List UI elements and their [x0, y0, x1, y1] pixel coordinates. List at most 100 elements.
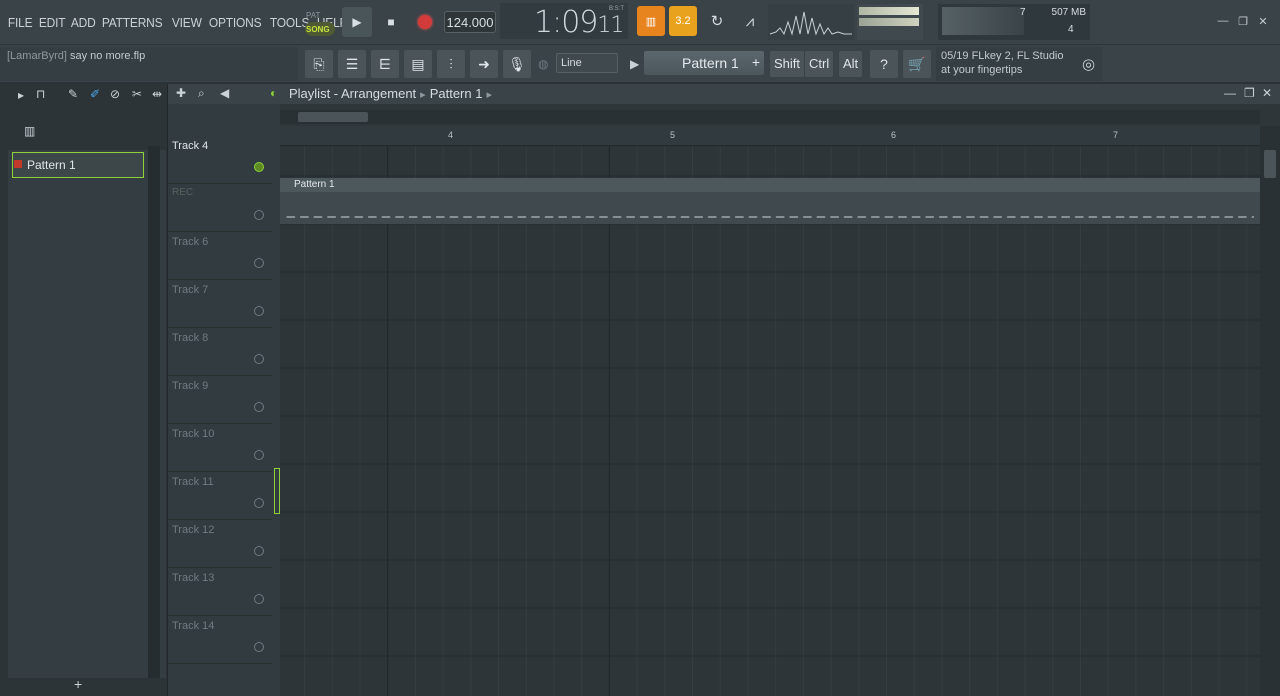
- pat-song-toggle[interactable]: PAT SONG: [302, 5, 338, 39]
- tempo-display[interactable]: 124.000: [444, 11, 496, 33]
- track-mute-led[interactable]: [254, 210, 264, 220]
- piano-icon[interactable]: ▥: [24, 124, 35, 138]
- stop-button[interactable]: ■: [376, 7, 406, 37]
- piano-roll-button[interactable]: ⋿: [371, 50, 399, 78]
- pattern-selector[interactable]: Pattern 1 +: [644, 51, 764, 75]
- pattern-list-scrollbar[interactable]: [148, 146, 160, 678]
- keyboard-icon: ▥: [645, 15, 657, 28]
- record-button[interactable]: [410, 7, 440, 37]
- alt-key-button[interactable]: Alt: [839, 51, 863, 77]
- playlist-grid[interactable]: Pattern 1: [280, 146, 1260, 696]
- brush-icon[interactable]: ✐: [90, 87, 100, 101]
- track-header[interactable]: Track 5REC: [168, 184, 272, 232]
- song-label: SONG: [306, 25, 330, 34]
- restore-button[interactable]: ❐: [1234, 12, 1252, 30]
- timeline-ruler[interactable]: 4 5 6 7: [280, 126, 1260, 146]
- menu-options[interactable]: OPTIONS: [207, 15, 263, 30]
- shift-key-button[interactable]: Shift: [770, 51, 805, 77]
- track-mute-led[interactable]: [254, 546, 264, 556]
- play-button[interactable]: ▶: [342, 7, 372, 37]
- track-header[interactable]: Track 13: [168, 568, 272, 616]
- track-mute-led[interactable]: [254, 450, 264, 460]
- hint-bar: [LamarByrd] say no more.flp: [0, 47, 298, 81]
- prev-pattern-icon[interactable]: ▶: [630, 57, 639, 71]
- track-header[interactable]: Track 14: [168, 616, 272, 664]
- arrow-right-icon: ➜: [478, 55, 490, 72]
- delete-icon[interactable]: ⊘: [110, 87, 120, 101]
- horizontal-scrollbar[interactable]: [280, 110, 1260, 124]
- playlist-button[interactable]: ⎘: [305, 50, 333, 78]
- close-button[interactable]: ✕: [1254, 12, 1272, 30]
- piano-roll-icon: ⋿: [378, 55, 392, 72]
- track-mute-led[interactable]: [254, 162, 264, 172]
- globe-icon[interactable]: ◎: [1082, 55, 1095, 73]
- metronome-button[interactable]: ⩘: [736, 8, 764, 34]
- countdown-button[interactable]: 3.2: [669, 6, 697, 36]
- typing-keyboard-button[interactable]: ▥: [637, 6, 665, 36]
- browser-button[interactable]: ▤: [404, 50, 432, 78]
- arrow-right-icon[interactable]: ▸: [18, 88, 24, 102]
- add-pattern-list-button[interactable]: +: [74, 676, 82, 692]
- track-mute-led[interactable]: [254, 402, 264, 412]
- zoom-icon[interactable]: ⌕: [198, 86, 205, 101]
- playback-icon[interactable]: ◀: [220, 86, 229, 100]
- recording-button[interactable]: 🎙: [503, 50, 531, 78]
- microphone-icon: 🎙: [508, 55, 526, 72]
- select-icon[interactable]: ✚: [176, 86, 186, 100]
- mute-icon[interactable]: ✂: [132, 87, 142, 101]
- track-header[interactable]: Track 4: [168, 136, 272, 184]
- track-header[interactable]: Track 8: [168, 328, 272, 376]
- pattern-list: Pattern 1: [8, 150, 166, 678]
- loop-record-button[interactable]: ↻: [703, 8, 731, 34]
- track-mute-led[interactable]: [254, 306, 264, 316]
- vertical-scrollbar[interactable]: [1260, 126, 1280, 696]
- track-header[interactable]: Track 6: [168, 232, 272, 280]
- track-mute-led[interactable]: [254, 498, 264, 508]
- track-header[interactable]: Track 7: [168, 280, 272, 328]
- plugin-picker-button[interactable]: ➜: [470, 50, 498, 78]
- snap-selector[interactable]: Line: [556, 53, 618, 73]
- ctrl-key-button[interactable]: Ctrl: [805, 51, 834, 77]
- track-mute-led[interactable]: [254, 642, 264, 652]
- toolbar: [LamarByrd] say no more.flp ⎘ ☰ ⋿ ▤ ⫶ ➜ …: [0, 44, 1280, 82]
- mixer-button[interactable]: ⫶: [437, 50, 465, 78]
- menu-file[interactable]: FILE: [6, 15, 34, 30]
- track-mute-led[interactable]: [254, 258, 264, 268]
- track-header[interactable]: Track 12: [168, 520, 272, 568]
- browser-toolbar: ▸ ⊓ ✎ ✐ ⊘ ✂ ⇹: [0, 84, 168, 118]
- menu-add[interactable]: ADD: [69, 15, 97, 30]
- add-pattern-button[interactable]: +: [752, 54, 760, 70]
- track-header[interactable]: Track 9: [168, 376, 272, 424]
- track-header[interactable]: Track 10: [168, 424, 272, 472]
- shop-button[interactable]: 🛒: [903, 50, 931, 78]
- restore-icon[interactable]: ❐: [1244, 86, 1255, 100]
- track-name: Track 10: [172, 428, 215, 440]
- top-bar: FILE EDIT ADD PATTERNS VIEW OPTIONS TOOL…: [0, 0, 1280, 44]
- help-button[interactable]: ?: [870, 50, 898, 78]
- menu-view[interactable]: VIEW: [170, 15, 204, 30]
- slip-icon[interactable]: ⇹: [152, 87, 162, 101]
- pattern-clip[interactable]: Pattern 1: [280, 178, 1260, 224]
- close-icon[interactable]: ✕: [1262, 86, 1272, 100]
- magnet-icon[interactable]: ⊓: [36, 87, 45, 101]
- fl-studio-window: { "menu": ["FILE","EDIT","ADD","PATTERNS…: [0, 0, 1280, 696]
- pencil-icon[interactable]: ✎: [68, 87, 78, 101]
- song-time-display[interactable]: 1:0911 B:S:T: [500, 3, 628, 40]
- ruler-bar-6: 6: [891, 130, 897, 140]
- channel-rack-button[interactable]: ☰: [338, 50, 366, 78]
- track-header[interactable]: Track 11: [168, 472, 272, 520]
- news-panel[interactable]: 05/19 FLkey 2, FL Studio at your fingert…: [936, 47, 1102, 81]
- pattern-list-item[interactable]: Pattern 1: [12, 152, 144, 178]
- track-mute-led[interactable]: [254, 354, 264, 364]
- minimize-button[interactable]: —: [1214, 12, 1232, 30]
- news-line-2: at your fingertips: [941, 64, 1023, 76]
- menu-edit[interactable]: EDIT: [37, 15, 67, 30]
- menu-patterns[interactable]: PATTERNS: [100, 15, 164, 30]
- minimize-icon[interactable]: —: [1224, 86, 1236, 100]
- scroll-thumb[interactable]: [1264, 150, 1276, 178]
- master-volume-meter[interactable]: [857, 4, 923, 40]
- playlist-title: Playlist - Arrangement ▸ Pattern 1 ▸: [289, 86, 492, 101]
- grid-lines: [280, 146, 1260, 696]
- scroll-thumb[interactable]: [298, 112, 368, 122]
- track-mute-led[interactable]: [254, 594, 264, 604]
